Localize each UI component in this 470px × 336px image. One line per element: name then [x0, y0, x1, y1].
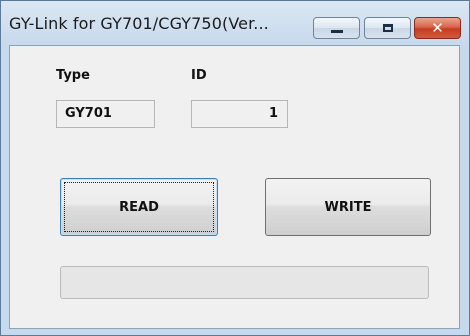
minimize-icon — [330, 29, 343, 33]
minimize-button[interactable] — [313, 17, 360, 39]
type-label: Type — [56, 68, 90, 83]
client-area: Type ID GY701 1 READ WRITE — [9, 45, 460, 329]
write-button[interactable]: WRITE — [265, 178, 431, 236]
id-label: ID — [191, 68, 207, 83]
id-field[interactable]: 1 — [191, 100, 288, 128]
close-button[interactable]: ✕ — [414, 17, 461, 39]
close-icon: ✕ — [431, 18, 444, 37]
title-bar[interactable]: GY-Link for GY701/CGY750(Ver... ✕ — [1, 1, 469, 45]
focus-rectangle — [64, 182, 214, 232]
window-title: GY-Link for GY701/CGY750(Ver... — [9, 14, 269, 33]
maximize-icon — [382, 24, 393, 32]
type-field[interactable]: GY701 — [56, 100, 155, 128]
read-button[interactable]: READ — [60, 178, 218, 236]
maximize-button[interactable] — [364, 17, 411, 39]
write-button-label: WRITE — [324, 199, 372, 215]
progress-bar — [60, 266, 429, 299]
application-window: GY-Link for GY701/CGY750(Ver... ✕ Type I… — [0, 0, 470, 336]
